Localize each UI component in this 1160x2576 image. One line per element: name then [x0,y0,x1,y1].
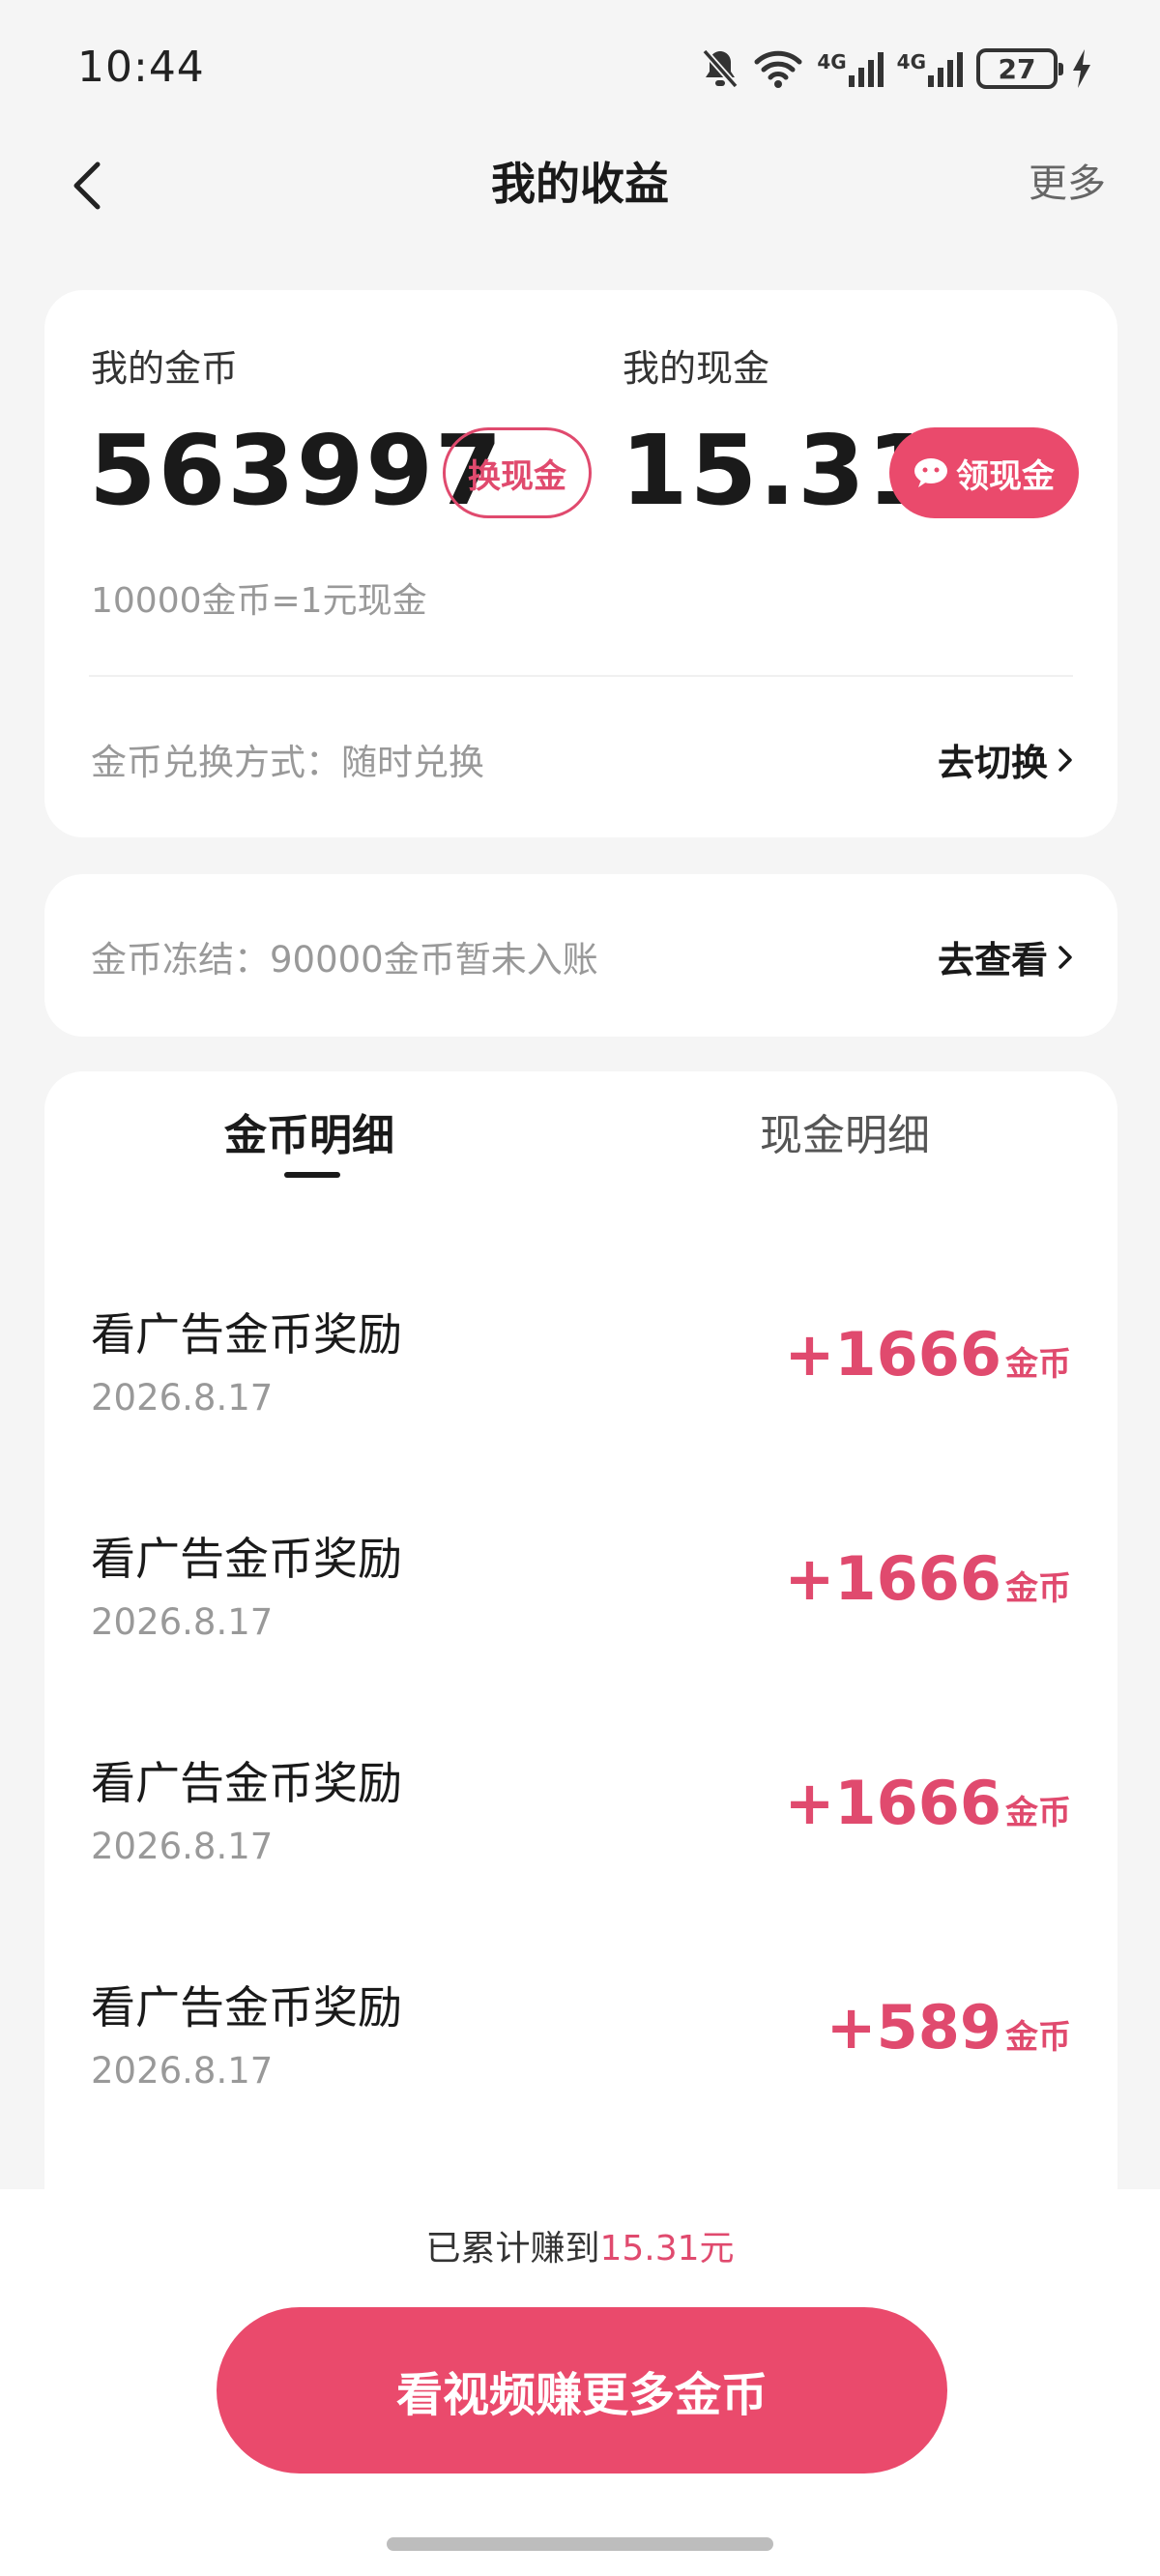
record-date: 2026.8.17 [91,1377,274,1419]
record-date: 2026.8.17 [91,2050,274,2092]
record-date: 2026.8.17 [91,1826,274,1867]
wechat-icon [914,458,947,487]
earned-value: 15.31元 [599,2229,735,2269]
record-amount: +1666 金币 [784,1319,1071,1390]
bell-mute-icon [702,48,739,89]
tab-cash-detail[interactable]: 现金明细 [760,1100,930,1162]
page-title: 我的收益 [491,158,669,210]
wifi-icon [754,50,802,88]
list-item: 看广告金币奖励 2026.8.17 +589 金币 [44,1973,1117,2197]
nav-bar: 我的收益 更多 [0,135,1160,242]
exchange-rate: 10000金币=1元现金 [91,581,427,621]
status-bar: 10:44 4G 4G 27 [0,0,1160,135]
cash-label: 我的现金 [623,347,770,390]
view-freeze-label: 去查看 [937,939,1048,981]
total-earned-text: 已累计赚到15.31元 [0,2220,1160,2270]
record-date: 2026.8.17 [91,1601,274,1643]
list-item: 看广告金币奖励 2026.8.17 +1666 金币 [44,1300,1117,1524]
chevron-right-icon [1058,945,1072,969]
status-time: 10:44 [77,43,205,92]
record-amount: +589 金币 [826,1992,1071,2063]
tab-coin-detail[interactable]: 金币明细 [224,1100,394,1162]
exchange-cash-button[interactable]: 换现金 [443,427,592,518]
view-freeze-link[interactable]: 去查看 [938,930,1073,983]
withdraw-label: 领现金 [956,456,1055,496]
record-title: 看广告金币奖励 [91,1757,402,1809]
charging-bolt-icon [1073,49,1090,88]
freeze-text: 金币冻结：90000金币暂未入账 [91,939,598,981]
network-4g-icon: 4G [897,50,963,87]
record-amount: +1666 金币 [784,1543,1071,1614]
record-amount-value: +589 [826,1992,1001,2063]
more-button[interactable]: 更多 [1029,145,1106,222]
switch-mode-label: 去切换 [937,742,1048,784]
battery-icon: 27 [976,48,1063,89]
record-title: 看广告金币奖励 [91,1308,402,1361]
divider [89,675,1073,677]
status-icons: 4G 4G 27 [701,44,1092,93]
switch-mode-link[interactable]: 去切换 [938,733,1073,786]
record-amount-unit: 金币 [1005,2018,1071,2057]
record-amount-unit: 金币 [1005,1794,1071,1832]
record-amount-value: +1666 [784,1543,1001,1614]
record-amount-unit: 金币 [1005,1345,1071,1384]
earnings-summary-card: 我的金币 563997 换现金 我的现金 15.31 领现金 10000金币=1… [44,290,1117,837]
record-amount-value: +1666 [784,1768,1001,1838]
exchange-mode-text: 金币兑换方式：随时兑换 [91,742,484,783]
bottom-panel: 已累计赚到15.31元 看视频赚更多金币 [0,2189,1160,2576]
record-amount-value: +1666 [784,1319,1001,1390]
chevron-right-icon [1058,747,1072,772]
active-tab-indicator [284,1172,340,1178]
list-item: 看广告金币奖励 2026.8.17 +1666 金币 [44,1748,1117,1973]
watch-video-earn-button[interactable]: 看视频赚更多金币 [217,2307,947,2474]
coin-label: 我的金币 [91,347,239,390]
home-indicator[interactable] [387,2537,773,2551]
record-amount-unit: 金币 [1005,1569,1071,1608]
detail-list-card: 金币明细 现金明细 看广告金币奖励 2026.8.17 +1666 金币 看广告… [44,1071,1117,2232]
network-4g-icon: 4G [817,50,884,87]
record-title: 看广告金币奖励 [91,1981,402,2034]
record-amount: +1666 金币 [784,1768,1071,1838]
record-title: 看广告金币奖励 [91,1533,402,1585]
earned-prefix: 已累计赚到 [425,2229,600,2269]
list-item: 看广告金币奖励 2026.8.17 +1666 金币 [44,1524,1117,1748]
withdraw-cash-button[interactable]: 领现金 [889,427,1079,518]
coin-freeze-card: 金币冻结：90000金币暂未入账 去查看 [44,874,1117,1037]
